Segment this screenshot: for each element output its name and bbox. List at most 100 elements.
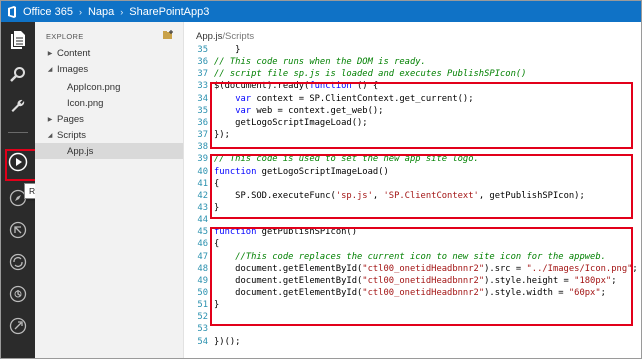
tree-item[interactable]: ◢ Scripts (35, 127, 183, 143)
line-number: 48 (197, 264, 208, 274)
line-number: 44 (197, 215, 208, 225)
line-number: 46 (197, 239, 208, 249)
line-number: 51 (197, 300, 208, 310)
search-icon[interactable] (1, 60, 35, 88)
code-line[interactable]: } (214, 300, 219, 310)
line-number: 39 (197, 154, 208, 164)
code-line[interactable]: var web = context.get_web(); (214, 106, 383, 116)
line-number: 41 (197, 179, 208, 189)
settings-icon[interactable] (1, 312, 35, 340)
tree-item[interactable]: App.js (35, 143, 183, 159)
code-token: "60px" (568, 288, 601, 298)
code-token: function (214, 227, 257, 237)
code-line[interactable]: }); (214, 130, 230, 140)
code-line[interactable]: // This code runs when the DOM is ready. (214, 57, 426, 67)
code-token: getLogoScriptImageLoad(); (214, 118, 368, 128)
code-editor[interactable]: App.js/Scripts 35 } 36 // This code runs w… (184, 22, 641, 358)
office-logo-icon[interactable] (1, 5, 23, 18)
history-icon[interactable] (1, 280, 35, 308)
code-token: ).style.width = (484, 288, 569, 298)
tree-item[interactable]: Icon.png (35, 95, 183, 111)
line-number: 52 (197, 312, 208, 322)
code-line[interactable]: } (214, 45, 240, 55)
code-token: function (309, 81, 352, 91)
code-token: }); (214, 130, 230, 140)
tree-item[interactable]: ▶ Pages (35, 111, 183, 127)
code-line[interactable]: function getPublishSPIcon() (214, 227, 357, 237)
code-token: 'SP.ClientContext' (383, 191, 479, 201)
line-number: 49 (197, 276, 208, 286)
code-line[interactable]: document.getElementById("ctl00_onetidHea… (214, 276, 617, 286)
add-file-icon[interactable] (163, 30, 173, 39)
code-line[interactable]: } (214, 203, 219, 213)
breadcrumb-office365[interactable]: Office 365 (23, 6, 73, 18)
editor-tab[interactable]: App.js/Scripts (196, 31, 254, 42)
code-token: web = context.get_web(); (251, 106, 384, 116)
code-token: // This code is used to set the new app … (214, 154, 479, 164)
code-token: } (214, 45, 241, 55)
tree-item[interactable]: AppIcon.png (35, 79, 183, 95)
line-number: 54 (197, 337, 208, 347)
expand-arrow-icon[interactable]: ▶ (45, 116, 55, 123)
code-token: var (235, 106, 252, 116)
tree-item-label: Scripts (57, 129, 87, 141)
tree-item-label: Content (57, 47, 91, 59)
publish-icon[interactable] (1, 216, 35, 244)
wrench-icon[interactable] (1, 92, 35, 120)
code-line[interactable]: document.getElementById("ctl00_onetidHea… (214, 264, 638, 274)
code-line[interactable]: function getLogoScriptImageLoad() (214, 167, 389, 177)
code-line[interactable]: var context = SP.ClientContext.get_curre… (214, 94, 473, 104)
file-path: /Scripts (222, 31, 255, 42)
code-token: "../Images/Icon.png" (526, 264, 633, 274)
code-line[interactable]: })(); (214, 337, 240, 347)
code-line[interactable]: //This code replaces the current icon to… (214, 252, 606, 262)
code-line[interactable]: $(document).ready(function () { (214, 81, 378, 91)
code-token: "ctl00_onetidHeadbnnr2" (362, 264, 485, 274)
line-number: 47 (197, 252, 208, 262)
code-token: { (214, 239, 220, 249)
code-line[interactable]: SP.SOD.executeFunc('sp.js', 'SP.ClientCo… (214, 191, 585, 201)
code-token: "180px" (574, 276, 612, 286)
code-token: document.getElementById( (214, 276, 363, 286)
line-number: 50 (197, 288, 208, 298)
expand-arrow-icon[interactable]: ◢ (45, 66, 55, 73)
line-number: 53 (197, 324, 208, 334)
code-token: } (214, 300, 220, 310)
breadcrumb-project[interactable]: SharePointApp3 (129, 6, 209, 18)
expand-arrow-icon[interactable]: ◢ (45, 132, 55, 139)
code-line[interactable]: { (214, 239, 219, 249)
tree-item-label: Pages (57, 113, 84, 125)
code-line[interactable]: // script file sp.js is loaded and execu… (214, 69, 526, 79)
line-number: 38 (197, 142, 208, 152)
code-token: ; (600, 288, 606, 298)
run-icon[interactable] (1, 148, 35, 176)
code-token: //This code replaces the current icon to… (235, 252, 606, 262)
code-token: () { (351, 81, 379, 91)
files-icon[interactable] (1, 26, 35, 54)
code-token: 'sp.js' (335, 191, 373, 201)
line-number: 37 (197, 69, 208, 79)
code-token: var (235, 94, 252, 104)
code-line[interactable]: { (214, 179, 219, 189)
expand-arrow-icon[interactable]: ▶ (45, 50, 55, 57)
rail-divider (8, 132, 28, 133)
code-token: ; (611, 276, 617, 286)
code-token: function (214, 167, 257, 177)
code-line[interactable]: getLogoScriptImageLoad(); (214, 118, 368, 128)
code-token: ).src = (484, 264, 527, 274)
tree-item[interactable]: ◢ Images (35, 61, 183, 77)
code-token: "ctl00_onetidHeadbnnr2" (362, 288, 485, 298)
code-token: } (214, 203, 220, 213)
code-line[interactable]: document.getElementById("ctl00_onetidHea… (214, 288, 606, 298)
sync-icon[interactable] (1, 248, 35, 276)
code-line[interactable]: // This code is used to set the new app … (214, 154, 479, 164)
code-token: getPublishSPIcon() (256, 227, 358, 237)
breadcrumb-napa[interactable]: Napa (88, 6, 114, 18)
code-token: document.getElementById( (214, 288, 363, 298)
code-token: })(); (214, 337, 241, 347)
breadcrumb-separator-icon: › (120, 6, 124, 17)
line-number: 40 (197, 167, 208, 177)
code-token: { (214, 179, 220, 189)
tree-item[interactable]: ▶ Content (35, 45, 183, 61)
